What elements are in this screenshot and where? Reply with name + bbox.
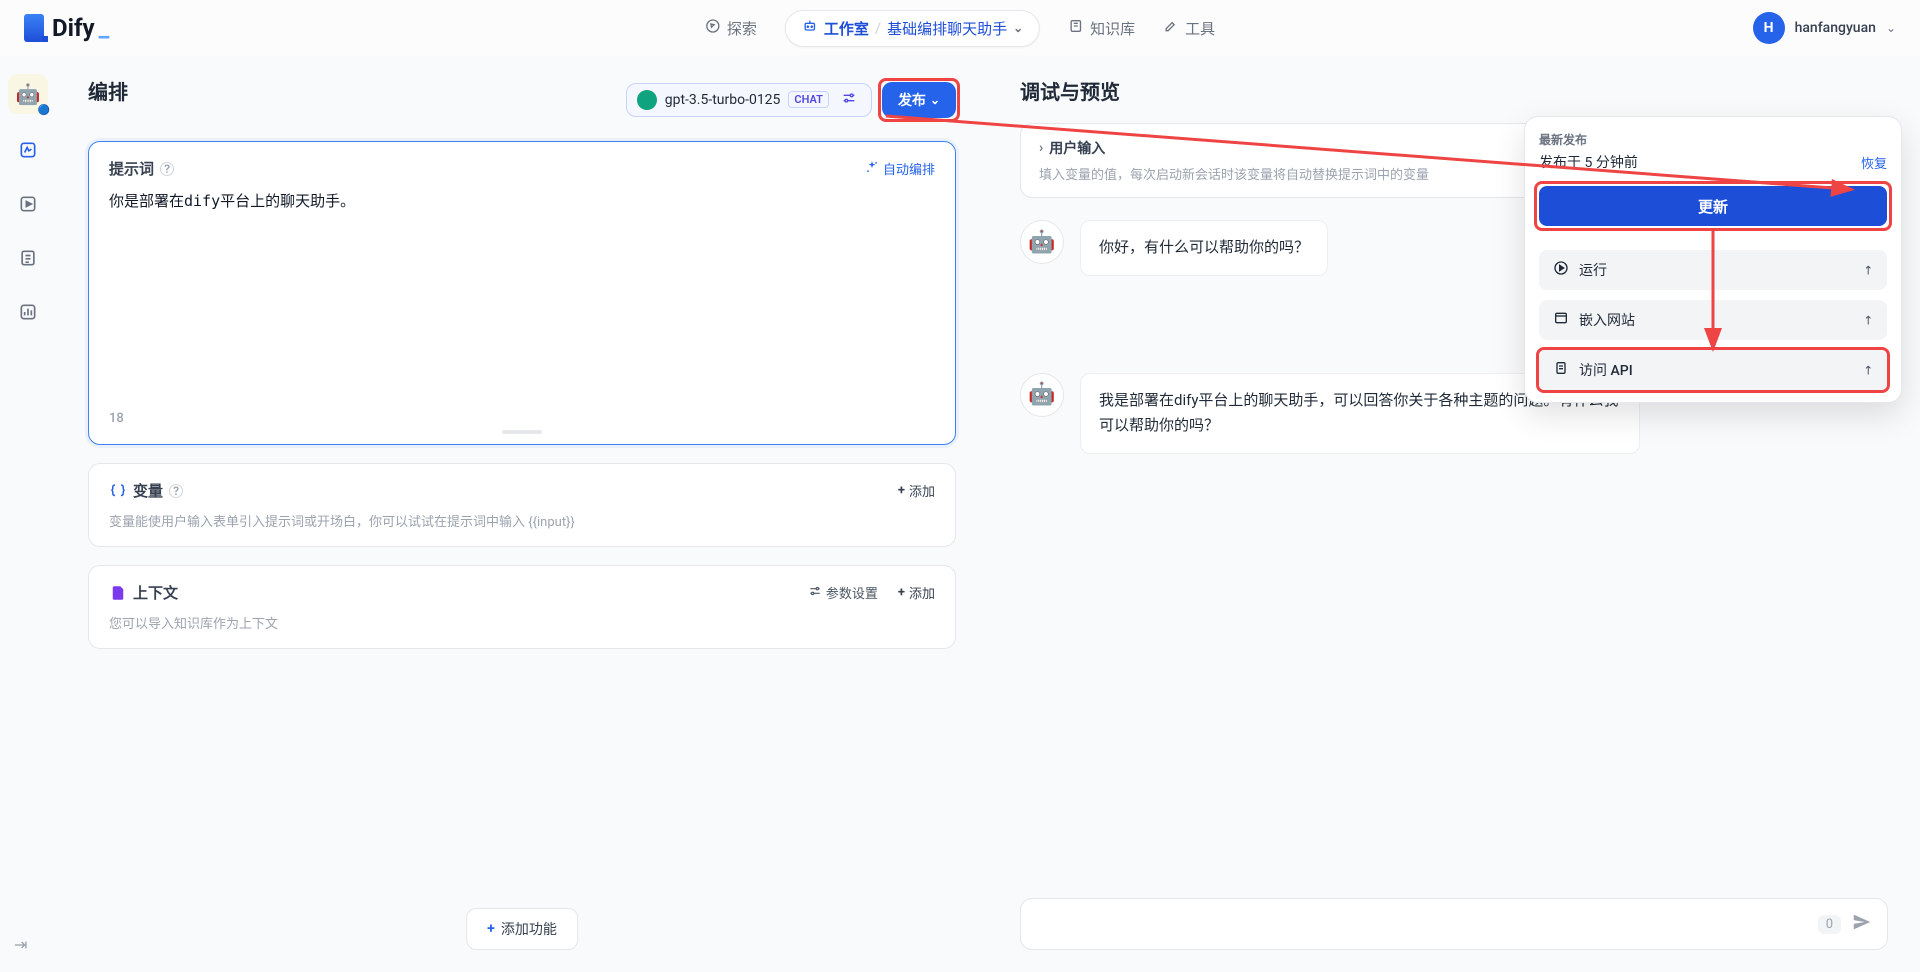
sliders-icon (808, 584, 822, 602)
robot-icon (802, 18, 818, 38)
publish-run-item[interactable]: 运行 ↗ (1539, 250, 1887, 290)
file-icon (109, 584, 127, 602)
top-nav: 探索 工作室 / 基础编排聊天助手 ⌄ 知识库 工具 (705, 10, 1215, 47)
publish-button[interactable]: 发布 ⌄ (882, 82, 956, 118)
chat-input-bar[interactable]: 0 (1020, 898, 1888, 950)
user-name: hanfangyuan (1795, 20, 1876, 36)
chevron-down-icon[interactable]: ⌄ (1013, 21, 1023, 35)
context-params-button[interactable]: 参数设置 (808, 583, 878, 602)
prompt-panel: 提示词 ? 自动编排 18 (88, 141, 956, 445)
play-icon (1553, 260, 1569, 280)
external-link-icon: ↗ (1859, 361, 1876, 378)
nav-knowledge-label: 知识库 (1090, 18, 1135, 39)
sidebar-orchestrate[interactable] (10, 132, 46, 168)
variables-title: 变量 (133, 480, 163, 501)
send-icon[interactable] (1851, 911, 1873, 938)
chevron-right-icon: › (1039, 140, 1043, 156)
nav-explore-label: 探索 (727, 18, 757, 39)
publish-update-button[interactable]: 更新 (1539, 186, 1887, 226)
model-type-tag: CHAT (788, 91, 829, 108)
auto-orchestrate-button[interactable]: 自动编排 (865, 159, 935, 178)
chevron-down-icon: ⌄ (930, 93, 940, 107)
nav-studio-label: 工作室 (824, 18, 869, 39)
bot-message: 你好，有什么可以帮助你的吗？ (1080, 220, 1328, 276)
add-context-button[interactable]: +添加 (898, 583, 935, 602)
brand-logo[interactable]: Dify _ (24, 14, 109, 42)
publish-section-label: 最新发布 (1539, 131, 1887, 148)
preview-column: 调试与预览 › 用户输入 填入变量的值，每次启动新会话时该变量将自动替换提示词中… (988, 56, 1920, 972)
publish-embed-label: 嵌入网站 (1579, 310, 1635, 330)
sidebar-logs[interactable] (10, 240, 46, 276)
publish-embed-item[interactable]: 嵌入网站 ↗ (1539, 300, 1887, 340)
info-icon[interactable]: ? (160, 162, 174, 176)
braces-icon (109, 482, 127, 500)
app-emoji-icon: 🤖 (16, 82, 41, 106)
nav-knowledge[interactable]: 知识库 (1068, 18, 1135, 39)
context-hint: 您可以导入知识库作为上下文 (109, 613, 935, 632)
variables-hint: 变量能使用户输入表单引入提示词或开场白，你可以试试在提示词中输入 {{input… (109, 511, 935, 530)
nav-explore[interactable]: 探索 (705, 18, 757, 39)
tool-icon (1163, 18, 1179, 38)
breadcrumb-app-name: 基础编排聊天助手 (887, 18, 1007, 39)
publish-api-label: 访问 API (1579, 360, 1633, 380)
publish-run-label: 运行 (1579, 260, 1607, 280)
add-variable-button[interactable]: +添加 (898, 481, 935, 500)
prompt-title: 提示词 (109, 158, 154, 179)
sliders-icon[interactable] (837, 90, 861, 110)
context-panel: 上下文 参数设置 +添加 您可以导入知识库作为 (88, 565, 956, 649)
bot-avatar-icon: 🤖 (1020, 373, 1064, 417)
prompt-textarea[interactable] (109, 189, 935, 399)
page-title: 编排 (88, 76, 128, 105)
info-icon[interactable]: ? (169, 484, 183, 498)
browser-icon (1553, 310, 1569, 330)
document-icon (1553, 360, 1569, 380)
prompt-char-count: 18 (109, 403, 935, 426)
sidebar-playground[interactable] (10, 186, 46, 222)
external-link-icon: ↗ (1859, 311, 1876, 328)
left-sidebar: 🤖 🔵 ⇥ (0, 56, 56, 972)
add-feature-button[interactable]: + 添加功能 (466, 908, 578, 950)
chevron-down-icon: ⌄ (1886, 21, 1896, 35)
publish-dropdown: 最新发布 发布于 5 分钟前 恢复 更新 运行 ↗ (1524, 116, 1902, 403)
app-icon[interactable]: 🤖 🔵 (8, 74, 48, 114)
bot-avatar-icon: 🤖 (1020, 220, 1064, 264)
book-icon (1068, 18, 1084, 38)
nav-studio-active[interactable]: 工作室 / 基础编排聊天助手 ⌄ (785, 10, 1040, 47)
user-menu[interactable]: H hanfangyuan ⌄ (1753, 12, 1896, 44)
brand-name: Dify (52, 14, 95, 42)
sparkle-icon (865, 160, 879, 178)
top-header: Dify _ 探索 工作室 / 基础编排聊天助手 ⌄ 知识库 (0, 0, 1920, 56)
restore-link[interactable]: 恢复 (1861, 153, 1887, 172)
nav-tools[interactable]: 工具 (1163, 18, 1215, 39)
sidebar-collapse[interactable]: ⇥ (14, 935, 27, 954)
sidebar-analytics[interactable] (10, 294, 46, 330)
app-badge-icon: 🔵 (38, 105, 50, 116)
user-avatar: H (1753, 12, 1785, 44)
publish-timestamp: 发布于 5 分钟前 (1539, 152, 1638, 172)
logo-mark-icon (24, 14, 44, 42)
user-input-title: 用户输入 (1049, 138, 1105, 158)
compass-icon (705, 18, 721, 38)
publish-api-item[interactable]: 访问 API ↗ (1539, 350, 1887, 390)
context-title: 上下文 (133, 582, 178, 603)
variables-panel: 变量 ? +添加 变量能使用户输入表单引入提示词或开场白，你可以试试在提示词中输… (88, 463, 956, 547)
preview-title: 调试与预览 (1020, 76, 1888, 105)
model-name: gpt-3.5-turbo-0125 (665, 92, 781, 108)
resize-handle[interactable] (502, 430, 542, 434)
orchestrate-column: 编排 gpt-3.5-turbo-0125 CHAT 发布 ⌄ (56, 56, 988, 972)
openai-icon (637, 90, 657, 110)
chat-char-count: 0 (1818, 915, 1841, 934)
model-selector[interactable]: gpt-3.5-turbo-0125 CHAT (626, 83, 872, 117)
nav-tools-label: 工具 (1185, 18, 1215, 39)
external-link-icon: ↗ (1859, 261, 1876, 278)
auto-orchestrate-label: 自动编排 (883, 159, 935, 178)
